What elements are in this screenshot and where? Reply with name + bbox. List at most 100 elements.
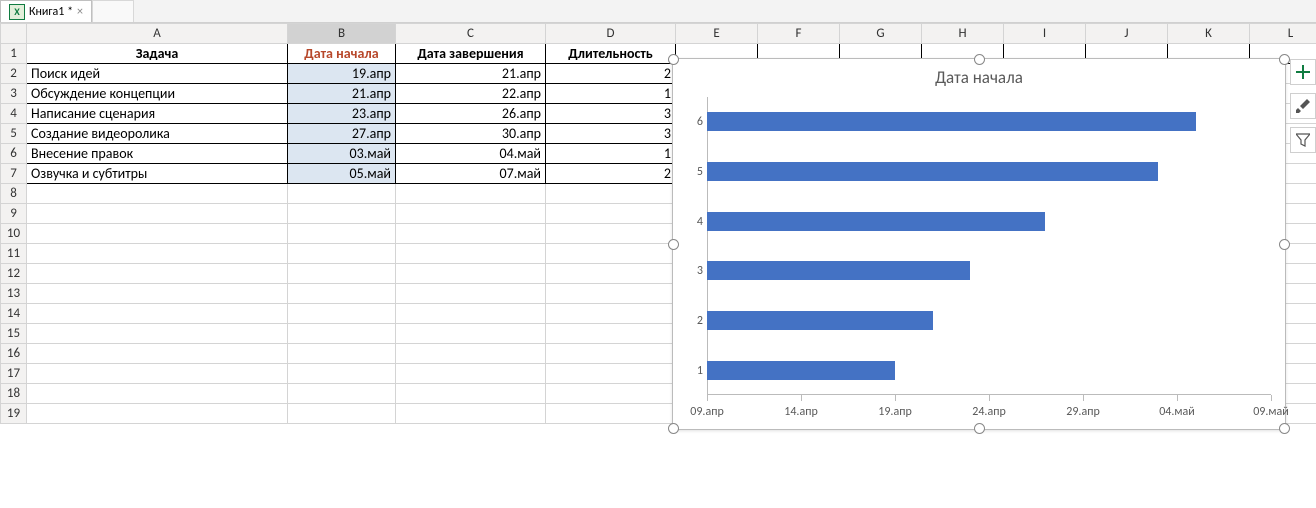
row-header-5[interactable]: 5 (1, 124, 27, 144)
cell-B2[interactable]: 19.апр (288, 64, 396, 84)
cell-B16[interactable] (288, 344, 396, 364)
cell-A10[interactable] (27, 224, 288, 244)
row-header-3[interactable]: 3 (1, 84, 27, 104)
cell-B3[interactable]: 21.апр (288, 84, 396, 104)
cell-D6[interactable]: 1 (546, 144, 676, 164)
cell-A6[interactable]: Внесение правок (27, 144, 288, 164)
cell-D15[interactable] (546, 324, 676, 344)
chart-styles-button[interactable] (1290, 93, 1316, 119)
row-header-16[interactable]: 16 (1, 344, 27, 364)
cell-D17[interactable] (546, 364, 676, 384)
cell-A4[interactable]: Написание сценария (27, 104, 288, 124)
resize-handle[interactable] (1279, 423, 1290, 434)
cell-D5[interactable]: 3 (546, 124, 676, 144)
cell-D8[interactable] (546, 184, 676, 204)
cell-C12[interactable] (396, 264, 546, 284)
sheet-tab-active[interactable]: X Книга1 * × (0, 0, 92, 22)
cell-A18[interactable] (27, 384, 288, 404)
column-header-F[interactable]: F (758, 24, 840, 44)
cell-B8[interactable] (288, 184, 396, 204)
resize-handle[interactable] (974, 423, 985, 434)
cell-D1[interactable]: Длительность (546, 44, 676, 64)
cell-C18[interactable] (396, 384, 546, 404)
chart-bar[interactable] (707, 261, 970, 280)
cell-D3[interactable]: 1 (546, 84, 676, 104)
row-header-11[interactable]: 11 (1, 244, 27, 264)
cell-C5[interactable]: 30.апр (396, 124, 546, 144)
cell-B10[interactable] (288, 224, 396, 244)
chart-bar[interactable] (707, 361, 895, 380)
row-header-2[interactable]: 2 (1, 64, 27, 84)
cell-B11[interactable] (288, 244, 396, 264)
resize-handle[interactable] (668, 54, 679, 65)
sheet-tab-add[interactable] (92, 0, 134, 22)
cell-C2[interactable]: 21.апр (396, 64, 546, 84)
cell-D14[interactable] (546, 304, 676, 324)
resize-handle[interactable] (668, 423, 679, 434)
row-header-6[interactable]: 6 (1, 144, 27, 164)
resize-handle[interactable] (1279, 239, 1290, 250)
cell-D10[interactable] (546, 224, 676, 244)
cell-D16[interactable] (546, 344, 676, 364)
cell-D2[interactable]: 2 (546, 64, 676, 84)
cell-D12[interactable] (546, 264, 676, 284)
row-header-18[interactable]: 18 (1, 384, 27, 404)
cell-D19[interactable] (546, 404, 676, 424)
cell-D11[interactable] (546, 244, 676, 264)
cell-A13[interactable] (27, 284, 288, 304)
cell-D13[interactable] (546, 284, 676, 304)
row-header-19[interactable]: 19 (1, 404, 27, 424)
cell-A16[interactable] (27, 344, 288, 364)
cell-A9[interactable] (27, 204, 288, 224)
cell-B6[interactable]: 03.май (288, 144, 396, 164)
column-header-I[interactable]: I (1004, 24, 1086, 44)
cell-A3[interactable]: Обсуждение концепции (27, 84, 288, 104)
cell-C10[interactable] (396, 224, 546, 244)
chart-bar[interactable] (707, 212, 1045, 231)
cell-B13[interactable] (288, 284, 396, 304)
row-header-10[interactable]: 10 (1, 224, 27, 244)
cell-A2[interactable]: Поиск идей (27, 64, 288, 84)
cell-B17[interactable] (288, 364, 396, 384)
chart-bar[interactable] (707, 311, 933, 330)
column-header-H[interactable]: H (922, 24, 1004, 44)
row-header-15[interactable]: 15 (1, 324, 27, 344)
cell-D18[interactable] (546, 384, 676, 404)
cell-B9[interactable] (288, 204, 396, 224)
column-header-C[interactable]: C (396, 24, 546, 44)
cell-C16[interactable] (396, 344, 546, 364)
cell-A1[interactable]: Задача (27, 44, 288, 64)
cell-A12[interactable] (27, 264, 288, 284)
cell-A11[interactable] (27, 244, 288, 264)
resize-handle[interactable] (668, 239, 679, 250)
cell-B5[interactable]: 27.апр (288, 124, 396, 144)
cell-B19[interactable] (288, 404, 396, 424)
cell-D9[interactable] (546, 204, 676, 224)
chart-add-element-button[interactable] (1290, 59, 1316, 85)
column-header-D[interactable]: D (546, 24, 676, 44)
column-header-B[interactable]: B (288, 24, 396, 44)
column-header-A[interactable]: A (27, 24, 288, 44)
cell-D4[interactable]: 3 (546, 104, 676, 124)
cell-A17[interactable] (27, 364, 288, 384)
cell-A15[interactable] (27, 324, 288, 344)
row-header-4[interactable]: 4 (1, 104, 27, 124)
cell-C1[interactable]: Дата завершения (396, 44, 546, 64)
row-header-17[interactable]: 17 (1, 364, 27, 384)
cell-B15[interactable] (288, 324, 396, 344)
column-header-J[interactable]: J (1086, 24, 1168, 44)
cell-A8[interactable] (27, 184, 288, 204)
row-header-9[interactable]: 9 (1, 204, 27, 224)
cell-C17[interactable] (396, 364, 546, 384)
resize-handle[interactable] (1279, 54, 1290, 65)
cell-A14[interactable] (27, 304, 288, 324)
cell-B7[interactable]: 05.май (288, 164, 396, 184)
cell-C14[interactable] (396, 304, 546, 324)
chart-object[interactable]: Дата начала 09.апр14.апр19.апр24.апр29.а… (672, 58, 1286, 430)
cell-C19[interactable] (396, 404, 546, 424)
cell-A5[interactable]: Создание видеоролика (27, 124, 288, 144)
chart-bar[interactable] (707, 162, 1158, 181)
row-header-7[interactable]: 7 (1, 164, 27, 184)
cell-D7[interactable]: 2 (546, 164, 676, 184)
cell-C9[interactable] (396, 204, 546, 224)
